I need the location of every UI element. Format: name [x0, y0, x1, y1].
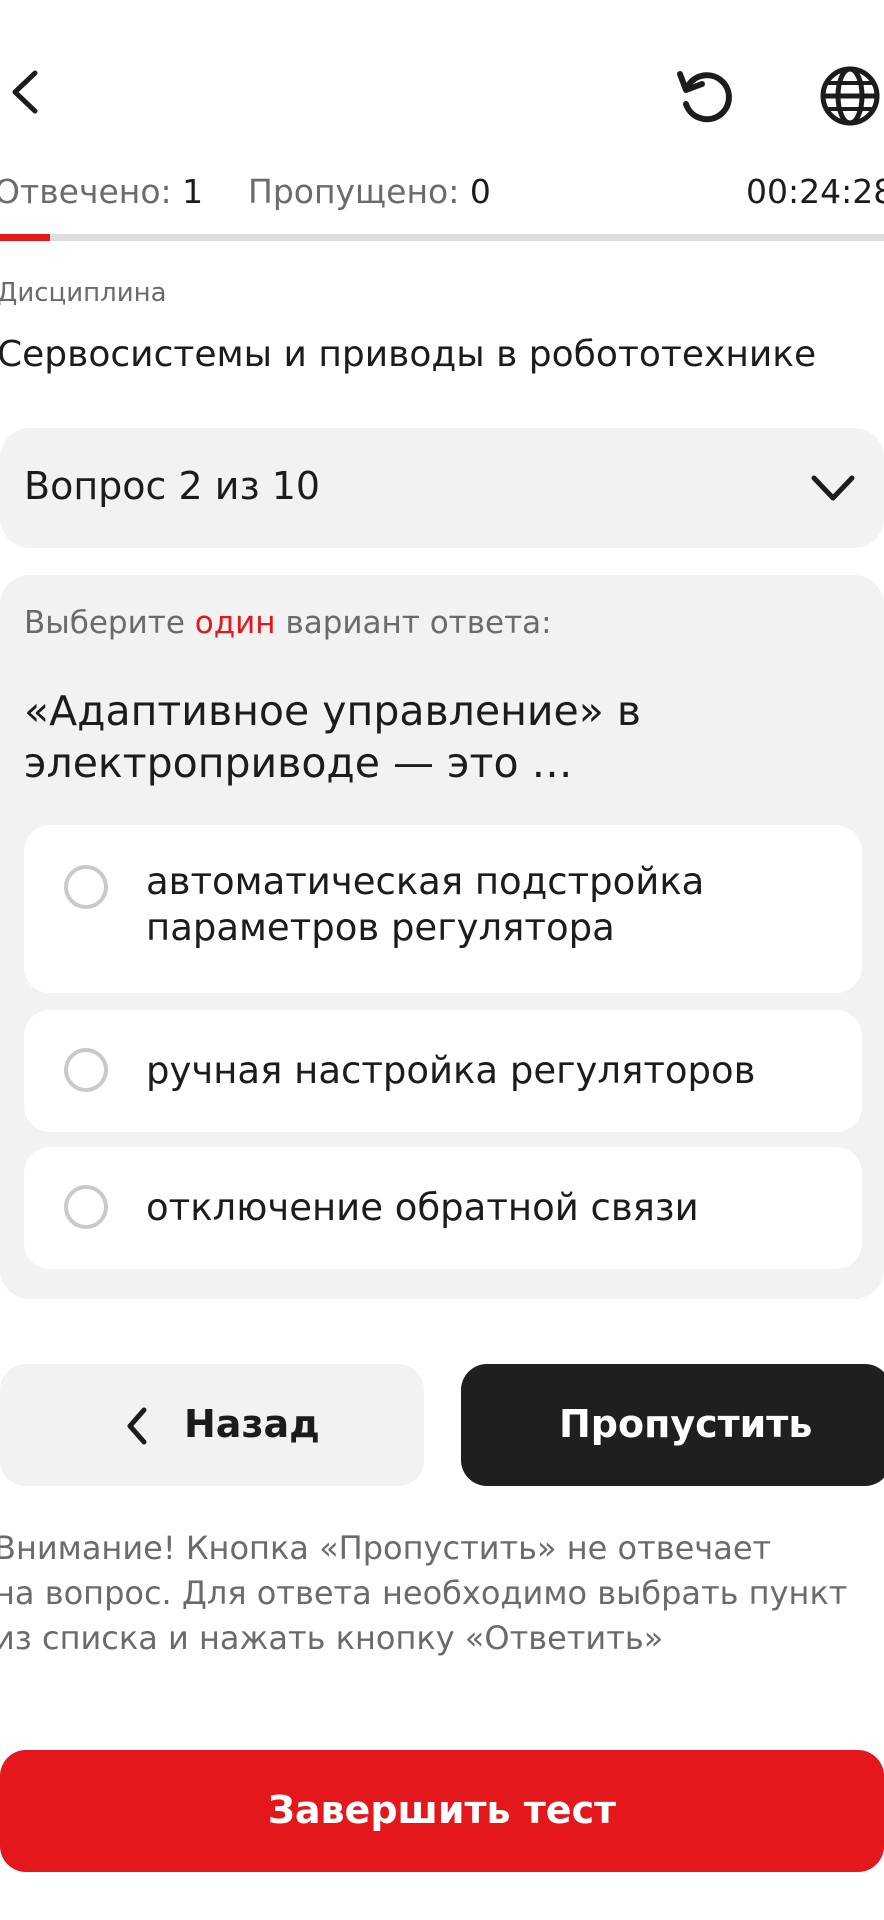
finish-test-button[interactable]: Завершить тест	[0, 1750, 884, 1872]
warning-line: Внимание! Кнопка «Пропустить» не отвечае…	[0, 1529, 772, 1567]
answer-option[interactable]: автоматическая подстройка параметров рег…	[24, 825, 862, 993]
question-card: Выберите один вариант ответа: «Адаптивно…	[0, 575, 884, 1299]
question-text: «Адаптивное управление» в электроприводе…	[24, 687, 642, 787]
instruction-text-after: вариант ответа:	[285, 605, 552, 641]
warning-line: из списка и нажать кнопку «Ответить»	[0, 1619, 664, 1657]
answer-option-label: автоматическая подстройка параметров рег…	[146, 860, 705, 949]
radio-button[interactable]	[64, 865, 108, 909]
skip-button-label: Пропустить	[559, 1402, 813, 1446]
answer-instruction: Выберите один вариант ответа:	[24, 605, 552, 641]
discipline-label: Дисциплина	[0, 278, 167, 308]
timer: 00:24:28	[746, 172, 884, 211]
top-bar	[0, 52, 884, 132]
answer-option-label: отключение обратной связи	[146, 1186, 699, 1229]
chevron-left-icon[interactable]	[0, 62, 48, 122]
question-selector-label: Вопрос 2 из 10	[24, 464, 321, 508]
radio-button[interactable]	[64, 1048, 108, 1092]
answered-counter: Отвечено: 1	[0, 172, 203, 211]
answered-value: 1	[182, 172, 204, 211]
test-stats: Отвечено: 1 Пропущено: 0 00:24:28	[0, 168, 884, 218]
globe-icon[interactable]	[816, 62, 884, 130]
answer-option[interactable]: ручная настройка регуляторов	[24, 1010, 862, 1132]
question-selector[interactable]: Вопрос 2 из 10	[0, 428, 884, 548]
skip-warning: Внимание! Кнопка «Пропустить» не отвечае…	[0, 1526, 874, 1661]
answer-option[interactable]: отключение обратной связи	[24, 1147, 862, 1269]
progress-bar	[0, 234, 884, 241]
back-button-label: Назад	[184, 1402, 320, 1446]
finish-test-label: Завершить тест	[267, 1788, 617, 1832]
radio-button[interactable]	[64, 1185, 108, 1229]
chevron-down-icon	[808, 468, 858, 508]
chevron-left-icon	[122, 1404, 152, 1448]
skip-button[interactable]: Пропустить	[461, 1364, 884, 1486]
instruction-text-before: Выберите	[24, 605, 185, 641]
skipped-value: 0	[469, 172, 491, 211]
warning-line: на вопрос. Для ответа необходимо выбрать…	[0, 1574, 848, 1612]
answer-option-label: ручная настройка регуляторов	[146, 1049, 756, 1092]
answered-label: Отвечено:	[0, 172, 172, 211]
back-button[interactable]: Назад	[0, 1364, 424, 1486]
skipped-counter: Пропущено: 0	[248, 172, 491, 211]
discipline-title: Сервосистемы и приводы в робототехнике	[0, 334, 817, 375]
instruction-accent: один	[194, 605, 276, 641]
skipped-label: Пропущено:	[248, 172, 460, 211]
restart-icon[interactable]	[672, 62, 740, 130]
progress-bar-fill	[0, 234, 50, 241]
